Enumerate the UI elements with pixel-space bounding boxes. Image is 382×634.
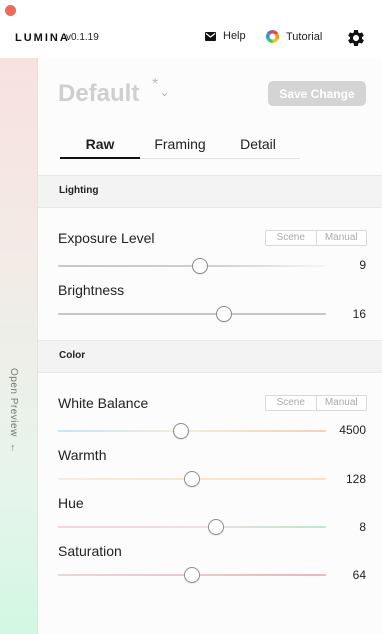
section-lighting: Lighting xyxy=(38,175,382,208)
tab-bar: Raw Framing Detail xyxy=(60,136,300,159)
exposure-mode-toggle: Scene Manual xyxy=(265,230,367,246)
help-button[interactable]: Help xyxy=(205,30,246,42)
section-lighting-title: Lighting xyxy=(59,185,99,196)
preview-sidebar: Open Preview ← xyxy=(0,58,38,634)
section-color-title: Color xyxy=(59,350,86,361)
saturation-label: Saturation xyxy=(58,543,122,559)
hue-value: 8 xyxy=(359,520,366,534)
window-close-button[interactable] xyxy=(5,5,16,16)
slider-thumb[interactable] xyxy=(184,567,200,583)
exposure-value: 9 xyxy=(359,258,366,272)
chevron-down-icon[interactable]: ⌄ xyxy=(160,86,169,99)
arrow-left-icon: ← xyxy=(8,442,19,454)
hue-slider[interactable] xyxy=(58,519,326,535)
tutorial-label: Tutorial xyxy=(286,30,323,43)
white-balance-value: 4500 xyxy=(339,423,366,437)
brightness-label: Brightness xyxy=(58,282,125,298)
settings-panel: Default * ⌄ Save Change Raw Framing Deta… xyxy=(38,58,382,634)
preset-name[interactable]: Default xyxy=(58,80,139,108)
hue-label: Hue xyxy=(58,495,84,511)
help-label: Help xyxy=(223,30,246,42)
manual-option[interactable]: Manual xyxy=(315,396,367,410)
gear-icon[interactable] xyxy=(346,28,366,48)
brightness-slider[interactable] xyxy=(58,306,326,322)
open-preview-button[interactable]: Open Preview ← xyxy=(8,368,19,453)
exposure-label: Exposure Level xyxy=(58,230,155,246)
slider-thumb[interactable] xyxy=(184,471,200,487)
save-change-button[interactable]: Save Change xyxy=(268,81,366,106)
app-logo: LUMINA xyxy=(15,32,70,44)
slider-thumb[interactable] xyxy=(208,519,225,535)
slider-thumb[interactable] xyxy=(173,423,190,439)
white-balance-label: White Balance xyxy=(58,395,149,411)
tutorial-button[interactable]: Tutorial xyxy=(266,30,322,43)
manual-option[interactable]: Manual xyxy=(315,231,367,245)
tab-detail[interactable]: Detail xyxy=(220,136,296,157)
modified-indicator: * xyxy=(152,76,159,93)
slider-thumb[interactable] xyxy=(216,306,233,322)
brightness-value: 16 xyxy=(352,307,366,321)
white-balance-slider[interactable] xyxy=(58,423,326,439)
title-bar: LUMINA v0.1.19 Help Tutorial xyxy=(0,0,382,58)
app-version: v0.1.19 xyxy=(66,32,99,43)
slider-thumb[interactable] xyxy=(192,258,209,274)
envelope-icon xyxy=(205,31,216,41)
warmth-slider[interactable] xyxy=(58,471,326,487)
color-wheel-icon xyxy=(266,30,279,43)
scene-option[interactable]: Scene xyxy=(266,231,316,245)
section-color: Color xyxy=(38,340,382,373)
warmth-value: 128 xyxy=(345,472,366,486)
saturation-value: 64 xyxy=(352,568,366,582)
white-balance-mode-toggle: Scene Manual xyxy=(265,395,367,411)
tab-raw[interactable]: Raw xyxy=(60,136,140,159)
open-preview-label: Open Preview xyxy=(8,368,19,437)
tab-framing[interactable]: Framing xyxy=(140,136,220,157)
saturation-slider[interactable] xyxy=(58,567,326,583)
exposure-slider[interactable] xyxy=(58,258,326,274)
warmth-label: Warmth xyxy=(58,447,107,463)
scene-option[interactable]: Scene xyxy=(266,396,316,410)
